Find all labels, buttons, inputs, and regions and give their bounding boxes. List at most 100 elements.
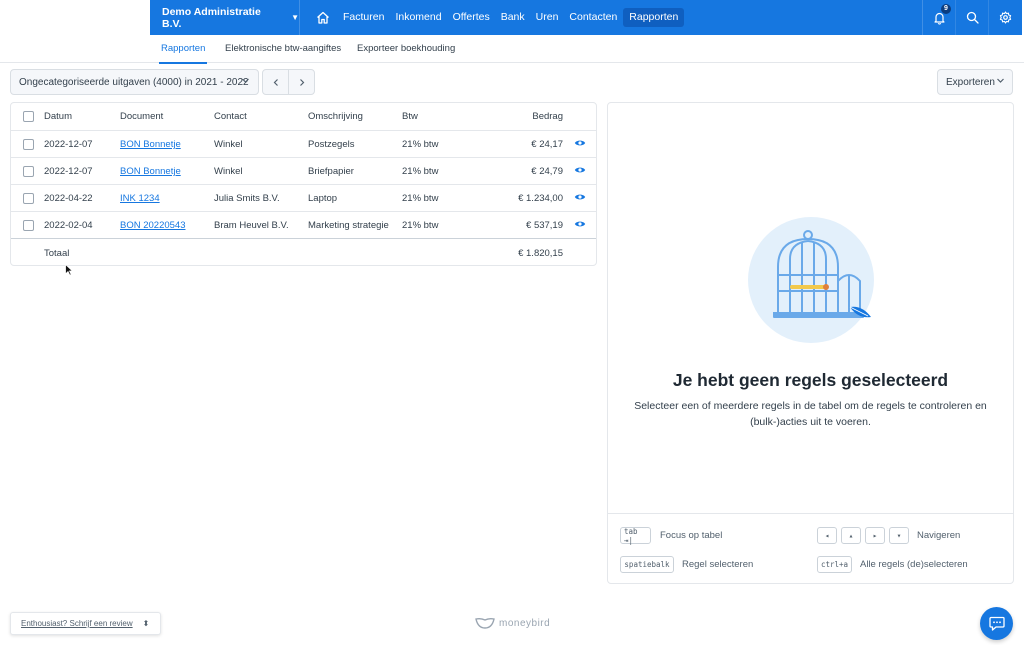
row-description: Laptop	[308, 193, 338, 204]
table-total-row: Totaal € 1.820,15	[11, 238, 596, 266]
tab-rapporten[interactable]: Rapporten	[158, 43, 208, 64]
shortcut-select-all-label: Alle regels (de)selecteren	[860, 559, 968, 570]
eye-icon[interactable]	[574, 192, 586, 205]
row-contact: Winkel	[214, 166, 243, 177]
header-omschrijving[interactable]: Omschrijving	[308, 111, 363, 122]
next-period-button[interactable]	[288, 69, 315, 95]
table-row[interactable]: 2022-02-04 BON 20220543 Bram Heuvel B.V.…	[11, 211, 596, 238]
nav-link-rapporten[interactable]: Rapporten	[623, 8, 685, 27]
kbd-down: ▾	[889, 527, 909, 544]
shortcut-select-label: Regel selecteren	[682, 559, 754, 570]
header-datum[interactable]: Datum	[44, 111, 72, 122]
empty-state-description: Selecteer een of meerdere regels in de t…	[634, 400, 987, 428]
mouse-cursor-icon	[65, 264, 73, 276]
table-row[interactable]: 2022-12-07 BON Bonnetje Winkel Briefpapi…	[11, 157, 596, 184]
top-bar: Demo Administratie B.V. ▼ Facturen Inkom…	[0, 0, 1024, 35]
row-checkbox[interactable]	[23, 193, 34, 204]
moneybird-logo-icon	[475, 617, 495, 629]
search-button[interactable]	[956, 0, 989, 35]
select-all-checkbox[interactable]	[23, 111, 34, 122]
table-row[interactable]: 2022-04-22 INK 1234 Julia Smits B.V. Lap…	[11, 184, 596, 211]
chat-icon	[988, 616, 1005, 631]
pin-icon: ⬍	[142, 619, 150, 628]
review-link[interactable]: Enthousiast? Schrijf een review	[21, 619, 133, 628]
chevron-right-icon	[299, 78, 304, 86]
selection-panel: Je hebt geen regels geselecteerd Selecte…	[607, 102, 1014, 584]
shortcut-focus-label: Focus op tabel	[660, 530, 723, 541]
row-btw: 21% btw	[402, 166, 439, 177]
row-description: Marketing strategie	[308, 220, 389, 231]
nav-link-offertes[interactable]: Offertes	[448, 8, 495, 27]
kbd-tab: tab ⇥|	[620, 527, 651, 545]
row-btw: 21% btw	[402, 139, 439, 150]
eye-icon[interactable]	[574, 165, 586, 178]
row-contact: Winkel	[214, 139, 243, 150]
nav-link-bank[interactable]: Bank	[496, 8, 530, 27]
notifications-button[interactable]: 9	[923, 0, 956, 35]
eye-icon[interactable]	[574, 138, 586, 151]
previous-period-button[interactable]	[262, 69, 289, 95]
header-bedrag[interactable]: Bedrag	[532, 111, 563, 122]
header-contact[interactable]: Contact	[214, 111, 247, 122]
main-nav: Demo Administratie B.V. ▼ Facturen Inkom…	[150, 0, 1022, 35]
row-description: Postzegels	[308, 139, 355, 150]
nav-link-contacten[interactable]: Contacten	[564, 8, 622, 27]
row-date: 2022-04-22	[44, 193, 93, 204]
moneybird-logo: moneybird	[475, 617, 550, 629]
moneybird-logo-text: moneybird	[499, 617, 551, 629]
empty-state-title: Je hebt geen regels geselecteerd	[672, 370, 949, 390]
header-btw[interactable]: Btw	[402, 111, 418, 122]
caret-down-icon: ▼	[291, 13, 299, 22]
tab-btw-aangiftes[interactable]: Elektronische btw-aangiftes	[225, 43, 341, 54]
row-checkbox[interactable]	[23, 139, 34, 150]
kbd-space: spatiebalk	[620, 556, 674, 573]
chat-button[interactable]	[980, 607, 1013, 640]
row-document-link[interactable]: BON 20220543	[120, 220, 186, 231]
nav-link-facturen[interactable]: Facturen	[338, 8, 389, 27]
kbd-left: ◂	[817, 527, 837, 544]
total-amount: € 1.820,15	[518, 248, 563, 259]
keyboard-shortcuts: tab ⇥| Focus op tabel ◂ ▴ ▸ ▾ Navigeren …	[608, 513, 1013, 584]
eye-icon[interactable]	[574, 219, 586, 232]
row-description: Briefpapier	[308, 166, 354, 177]
row-contact: Bram Heuvel B.V.	[214, 220, 289, 231]
transactions-table: Datum Document Contact Omschrijving Btw …	[10, 102, 597, 266]
row-amount: € 1.234,00	[518, 193, 563, 204]
company-switcher[interactable]: Demo Administratie B.V. ▼	[150, 0, 300, 35]
export-button-label: Exporteren	[946, 76, 995, 88]
export-button[interactable]: Exporteren	[937, 69, 1013, 95]
chevron-down-icon	[996, 76, 1005, 88]
header-document[interactable]: Document	[120, 111, 163, 122]
row-date: 2022-12-07	[44, 139, 93, 150]
settings-button[interactable]	[989, 0, 1022, 35]
total-label: Totaal	[44, 248, 70, 259]
table-header: Datum Document Contact Omschrijving Btw …	[11, 103, 596, 130]
report-select[interactable]: Ongecategoriseerde uitgaven (4000) in 20…	[10, 69, 259, 95]
chevron-down-icon	[241, 76, 250, 88]
tab-exporteer-boekhouding[interactable]: Exporteer boekhouding	[357, 43, 455, 54]
row-btw: 21% btw	[402, 193, 439, 204]
row-document-link[interactable]: BON Bonnetje	[120, 166, 181, 177]
nav-link-inkomend[interactable]: Inkomend	[390, 8, 446, 27]
row-checkbox[interactable]	[23, 220, 34, 231]
nav-link-uren[interactable]: Uren	[531, 8, 564, 27]
row-checkbox[interactable]	[23, 166, 34, 177]
kbd-ctrl-a: ctrl+a	[817, 556, 852, 573]
row-document-link[interactable]: INK 1234	[120, 193, 160, 204]
row-contact: Julia Smits B.V.	[214, 193, 280, 204]
table-row[interactable]: 2022-12-07 BON Bonnetje Winkel Postzegel…	[11, 130, 596, 157]
row-date: 2022-12-07	[44, 166, 93, 177]
kbd-right: ▸	[865, 527, 885, 544]
row-amount: € 24,79	[531, 166, 563, 177]
notification-badge: 9	[941, 4, 951, 14]
company-name: Demo Administratie B.V.	[162, 5, 261, 30]
review-prompt[interactable]: Enthousiast? Schrijf een review ⬍	[10, 612, 161, 635]
nav-right: 9	[922, 0, 1022, 35]
home-icon[interactable]	[308, 0, 338, 35]
sub-tabs: Rapporten Elektronische btw-aangiftes Ex…	[0, 35, 1024, 64]
row-amount: € 537,19	[526, 220, 563, 231]
row-document-link[interactable]: BON Bonnetje	[120, 139, 181, 150]
nav-links: Facturen Inkomend Offertes Bank Uren Con…	[338, 0, 685, 35]
row-amount: € 24,17	[531, 139, 563, 150]
row-date: 2022-02-04	[44, 220, 93, 231]
